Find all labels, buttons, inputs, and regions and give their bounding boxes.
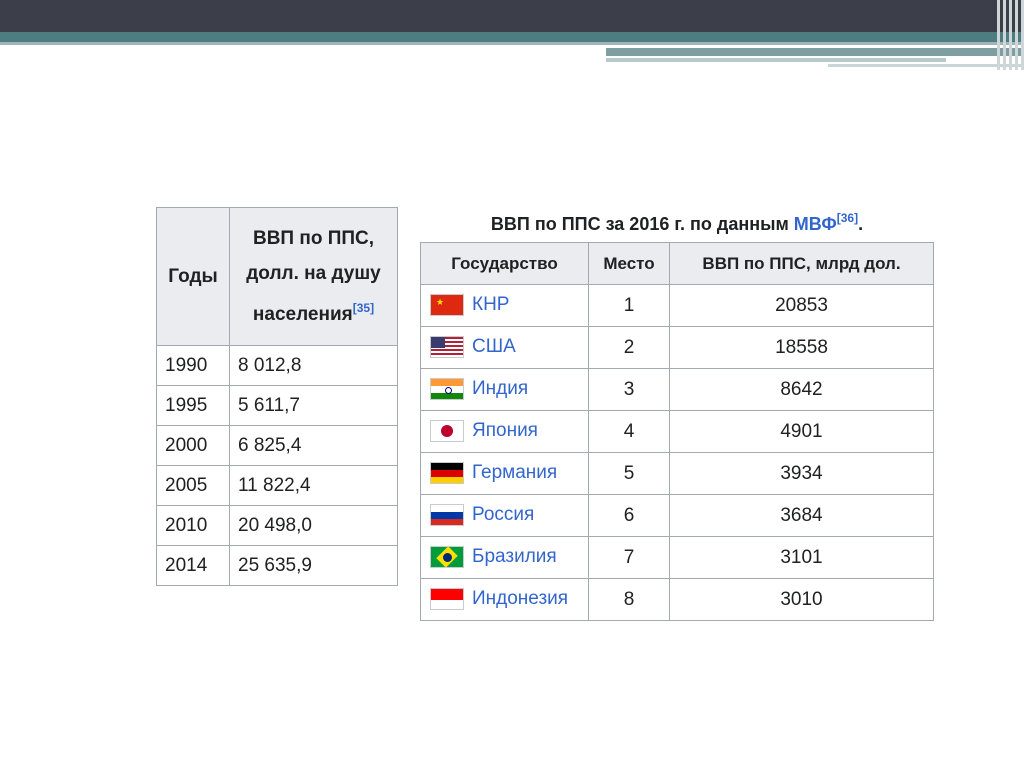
- gdp-cell: 4901: [669, 410, 934, 453]
- rank-cell: 7: [588, 536, 670, 579]
- table-row: Индия 3 8642: [420, 368, 934, 411]
- country-link[interactable]: Бразилия: [472, 546, 557, 567]
- state-cell: Япония: [420, 410, 589, 453]
- state-cell: Россия: [420, 494, 589, 537]
- table-row: Япония 4 4901: [420, 410, 934, 453]
- reference-link[interactable]: [36]: [837, 211, 858, 225]
- india-flag-icon[interactable]: [430, 378, 464, 401]
- table-row: США 2 18558: [420, 326, 934, 369]
- slide-accent-bar: [606, 48, 1024, 56]
- gdp-per-capita-cell: 8 012,8: [229, 345, 398, 386]
- rank-cell: 1: [588, 284, 670, 327]
- slide-teal-band: [0, 32, 1024, 42]
- table-row: 2014 25 635,9: [156, 545, 398, 586]
- gdp-per-capita-cell: 20 498,0: [229, 505, 398, 546]
- table-row: 2000 6 825,4: [156, 425, 398, 466]
- state-cell: Индия: [420, 368, 589, 411]
- slide-corner-stripes: [995, 0, 1024, 70]
- slide-accent-bar-thin: [606, 58, 946, 62]
- reference-link[interactable]: [35]: [353, 301, 374, 315]
- gdp-per-capita-cell: 25 635,9: [229, 545, 398, 586]
- rank-cell: 5: [588, 452, 670, 495]
- table-header-row: Государство Место ВВП по ППС, млрд дол.: [420, 242, 934, 285]
- slide-top-band: [0, 0, 1024, 32]
- rank-cell: 3: [588, 368, 670, 411]
- china-flag-icon[interactable]: ★: [430, 294, 464, 317]
- gdp-per-capita-cell: 6 825,4: [229, 425, 398, 466]
- state-cell: ★ КНР: [420, 284, 589, 327]
- years-column-header: Годы: [156, 207, 230, 346]
- gdp-per-capita-column-header: ВВП по ППС, долл. на душу населения[35]: [229, 207, 398, 346]
- year-cell: 2005: [156, 465, 230, 506]
- year-cell: 2010: [156, 505, 230, 546]
- year-cell: 1990: [156, 345, 230, 386]
- rank-column-header[interactable]: Место: [588, 242, 670, 285]
- year-cell: 2000: [156, 425, 230, 466]
- country-link[interactable]: США: [472, 336, 516, 357]
- gdp-cell: 3101: [669, 536, 934, 579]
- ranking-table-caption: ВВП по ППС за 2016 г. по данным МВФ[36].: [490, 211, 864, 234]
- slide-thin-line: [0, 42, 1024, 45]
- year-cell: 2014: [156, 545, 230, 586]
- gdp-cell: 8642: [669, 368, 934, 411]
- gdp-column-header[interactable]: ВВП по ППС, млрд дол.: [669, 242, 934, 285]
- usa-flag-icon[interactable]: [430, 336, 464, 359]
- table-row: 1990 8 012,8: [156, 345, 398, 386]
- gdp-per-capita-cell: 11 822,4: [229, 465, 398, 506]
- gdp-cell: 3934: [669, 452, 934, 495]
- indonesia-flag-icon[interactable]: [430, 588, 464, 611]
- brazil-flag-icon[interactable]: [430, 546, 464, 569]
- gdp-cell: 3684: [669, 494, 934, 537]
- rank-cell: 2: [588, 326, 670, 369]
- country-link[interactable]: КНР: [472, 294, 509, 315]
- year-cell: 1995: [156, 385, 230, 426]
- rank-cell: 4: [588, 410, 670, 453]
- country-link[interactable]: Германия: [472, 462, 557, 483]
- country-link[interactable]: Россия: [472, 504, 534, 525]
- table-row: ★ КНР 1 20853: [420, 284, 934, 327]
- state-column-header[interactable]: Государство: [420, 242, 589, 285]
- state-cell: Германия: [420, 452, 589, 495]
- country-link[interactable]: Япония: [472, 420, 538, 441]
- table-header-row: Годы ВВП по ППС, долл. на душу населения…: [156, 207, 398, 346]
- table-row: 2010 20 498,0: [156, 505, 398, 546]
- germany-flag-icon[interactable]: [430, 462, 464, 485]
- gdp-per-capita-cell: 5 611,7: [229, 385, 398, 426]
- table-row: Германия 5 3934: [420, 452, 934, 495]
- rank-cell: 8: [588, 578, 670, 621]
- state-cell: Индонезия: [420, 578, 589, 621]
- table-row: Россия 6 3684: [420, 494, 934, 537]
- table-row: 2005 11 822,4: [156, 465, 398, 506]
- rank-cell: 6: [588, 494, 670, 537]
- imf-link[interactable]: МВФ: [794, 214, 837, 234]
- japan-flag-icon[interactable]: [430, 420, 464, 443]
- gdp-ranking-table: Государство Место ВВП по ППС, млрд дол. …: [420, 242, 934, 621]
- gdp-cell: 20853: [669, 284, 934, 327]
- country-link[interactable]: Индонезия: [472, 588, 568, 609]
- table-row: Индонезия 8 3010: [420, 578, 934, 621]
- gdp-per-capita-table: Годы ВВП по ППС, долл. на душу населения…: [156, 207, 398, 586]
- country-link[interactable]: Индия: [472, 378, 528, 399]
- state-cell: США: [420, 326, 589, 369]
- state-cell: Бразилия: [420, 536, 589, 579]
- gdp-cell: 18558: [669, 326, 934, 369]
- russia-flag-icon[interactable]: [430, 504, 464, 527]
- table-row: Бразилия 7 3101: [420, 536, 934, 579]
- table-row: 1995 5 611,7: [156, 385, 398, 426]
- gdp-cell: 3010: [669, 578, 934, 621]
